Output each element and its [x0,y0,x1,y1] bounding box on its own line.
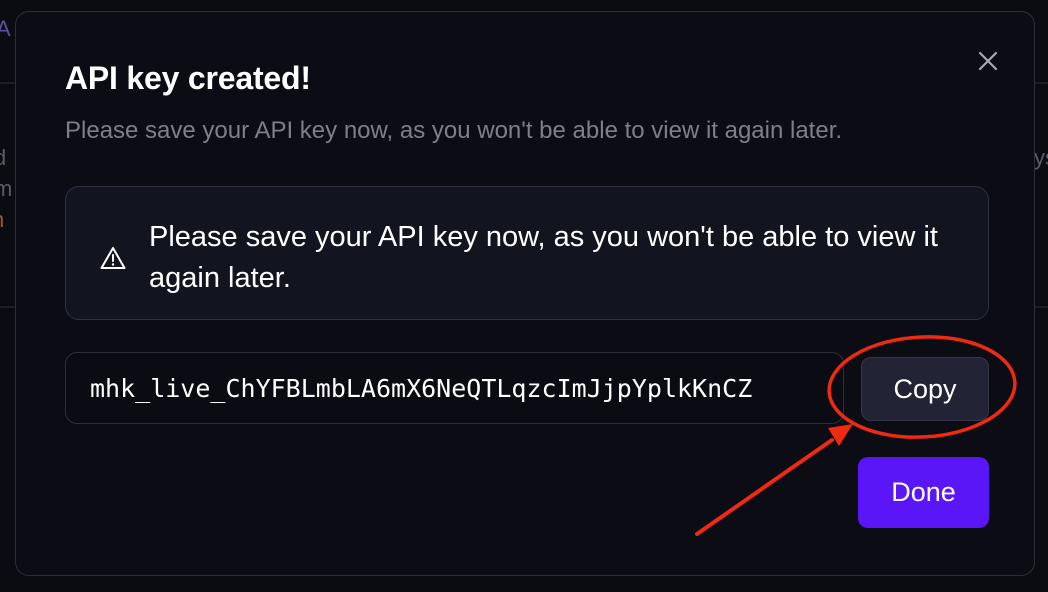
copy-button[interactable]: Copy [861,357,989,421]
warning-alert: Please save your API key now, as you won… [65,186,989,320]
warning-message: Please save your API key now, as you won… [149,221,938,294]
api-key-input[interactable] [66,353,843,423]
api-key-created-dialog: API key created! Please save your API ke… [15,11,1035,576]
background-text-fragment: d [0,145,7,170]
warning-triangle-icon [100,247,126,269]
close-button[interactable] [972,45,1004,77]
dialog-subtitle: Please save your API key now, as you won… [65,117,843,144]
background-text-fragment: ys [1034,145,1048,170]
background-text-fragment: A [0,16,11,41]
background-text-fragment: m [0,176,13,201]
done-button[interactable]: Done [858,457,989,528]
dialog-title: API key created! [65,60,311,96]
background-text-fragment: h [0,207,4,233]
api-key-field [65,352,844,424]
close-icon [978,51,998,71]
